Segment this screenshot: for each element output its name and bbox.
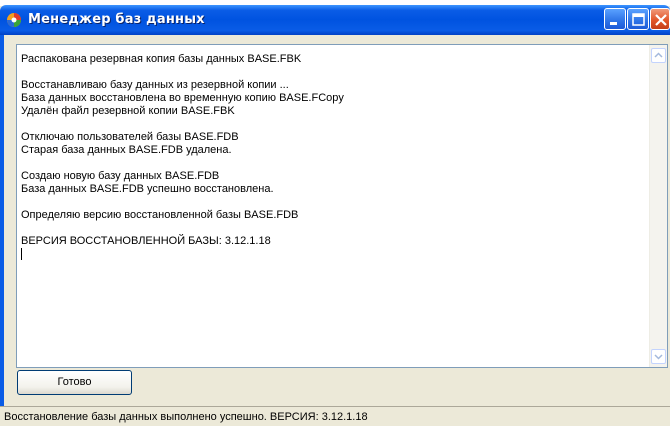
scroll-down-arrow-icon bbox=[654, 354, 663, 360]
status-text: Восстановление базы данных выполнено усп… bbox=[4, 411, 368, 423]
maximize-button[interactable] bbox=[627, 8, 649, 30]
scroll-up-button[interactable] bbox=[651, 48, 666, 63]
maximize-icon bbox=[632, 13, 645, 26]
minimize-icon bbox=[610, 22, 617, 25]
log-line: База данных восстановлена во временную к… bbox=[21, 92, 344, 104]
log-text: Распакована резервная копия базы данных … bbox=[21, 53, 641, 262]
ready-button[interactable]: Готово bbox=[17, 370, 132, 395]
log-line: Восстанавливаю базу данных из резервной … bbox=[21, 79, 289, 91]
app-icon bbox=[7, 13, 21, 27]
main-window: Менеджер баз данных Распакована резервна… bbox=[0, 0, 670, 426]
log-line: База данных BASE.FDB успешно восстановле… bbox=[21, 183, 274, 195]
log-line: ВЕРСИЯ ВОССТАНОВЛЕННОЙ БАЗЫ: 3.12.1.18 bbox=[21, 235, 271, 247]
vertical-scrollbar[interactable] bbox=[649, 45, 667, 367]
close-icon bbox=[655, 14, 667, 26]
log-line: Отключаю пользователей базы BASE.FDB bbox=[21, 131, 239, 143]
log-line: Создаю новую базу данных BASE.FDB bbox=[21, 170, 220, 182]
window-title: Менеджер баз данных bbox=[28, 12, 205, 27]
log-textarea[interactable]: Распакована резервная копия базы данных … bbox=[16, 44, 668, 368]
log-line: Определяю версию восстановленной базы BA… bbox=[21, 209, 299, 221]
title-bar[interactable]: Менеджер баз данных bbox=[0, 5, 670, 35]
text-caret-line bbox=[21, 248, 641, 262]
log-line: Удалён файл резервной копии BASE.FBK bbox=[21, 105, 235, 117]
close-button[interactable] bbox=[650, 8, 670, 30]
status-bar: Восстановление базы данных выполнено усп… bbox=[0, 406, 670, 426]
scroll-up-arrow-icon bbox=[654, 52, 663, 58]
log-line: Распакована резервная копия базы данных … bbox=[21, 53, 302, 65]
minimize-button[interactable] bbox=[604, 8, 626, 30]
window-left-border bbox=[0, 35, 4, 415]
log-line: Старая база данных BASE.FDB удалена. bbox=[21, 144, 232, 156]
scroll-down-button[interactable] bbox=[651, 349, 666, 364]
text-caret bbox=[21, 248, 22, 260]
